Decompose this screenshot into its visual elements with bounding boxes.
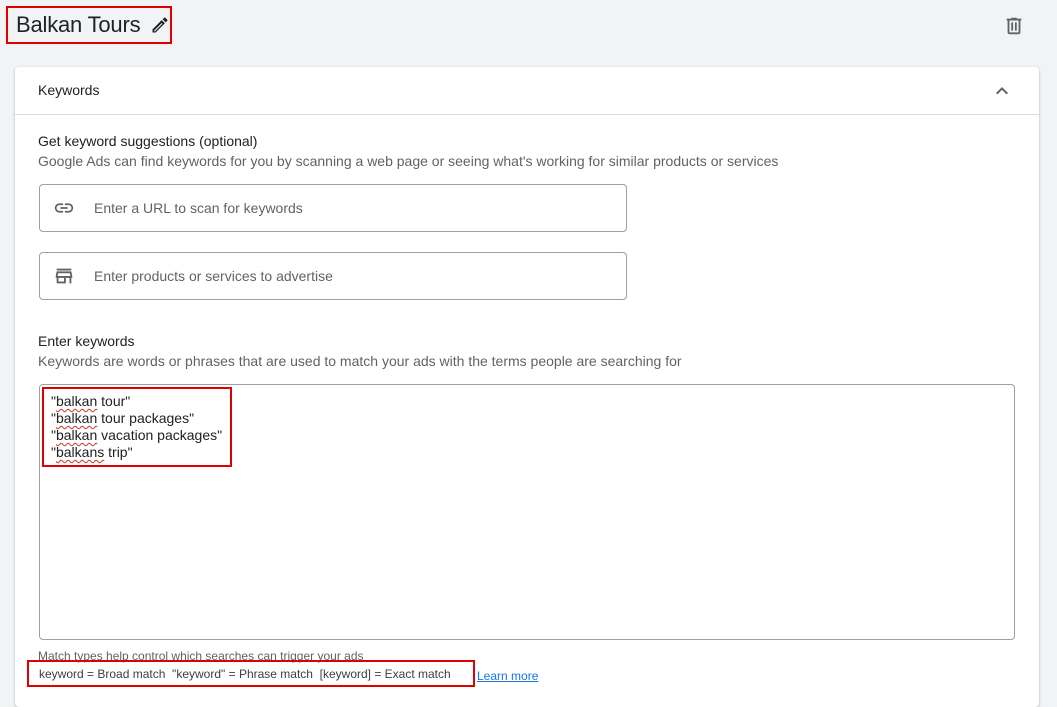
trash-icon[interactable] bbox=[1003, 15, 1025, 37]
card-title: Keywords bbox=[38, 82, 100, 98]
products-field[interactable] bbox=[39, 252, 627, 300]
match-types-legend: keyword = Broad match "keyword" = Phrase… bbox=[39, 666, 451, 681]
card-header[interactable]: Keywords bbox=[15, 67, 1039, 115]
url-input[interactable] bbox=[92, 199, 596, 217]
suggestions-description: Google Ads can find keywords for you by … bbox=[38, 153, 779, 169]
suggestions-heading: Get keyword suggestions (optional) bbox=[38, 133, 258, 149]
store-icon bbox=[53, 265, 75, 287]
misspelled-word: balkan bbox=[55, 427, 98, 443]
page-title: Balkan Tours bbox=[16, 12, 141, 37]
keywords-card: Keywords Get keyword suggestions (option… bbox=[15, 67, 1039, 707]
keyword-line: "balkans trip" bbox=[51, 444, 133, 460]
misspelled-word: balkan bbox=[55, 393, 98, 409]
keywords-textarea[interactable]: "balkan tour" "balkan tour packages" "ba… bbox=[39, 384, 1015, 640]
learn-more-link[interactable]: Learn more bbox=[477, 669, 538, 683]
misspelled-word: balkans bbox=[55, 444, 105, 460]
keyword-line: "balkan vacation packages" bbox=[51, 427, 223, 443]
keyword-line: "balkan tour packages" bbox=[51, 410, 195, 426]
url-field[interactable] bbox=[39, 184, 627, 232]
chevron-up-icon[interactable] bbox=[990, 79, 1014, 103]
title-highlight: Balkan Tours bbox=[6, 6, 172, 44]
link-icon bbox=[53, 197, 75, 219]
pencil-icon[interactable] bbox=[149, 14, 170, 36]
match-legend-highlight: keyword = Broad match "keyword" = Phrase… bbox=[27, 660, 475, 687]
products-input[interactable] bbox=[92, 267, 596, 285]
misspelled-word: balkan bbox=[55, 410, 98, 426]
keywords-heading: Enter keywords bbox=[38, 333, 135, 349]
keyword-line: "balkan tour" bbox=[51, 393, 131, 409]
keywords-description: Keywords are words or phrases that are u… bbox=[38, 353, 682, 369]
